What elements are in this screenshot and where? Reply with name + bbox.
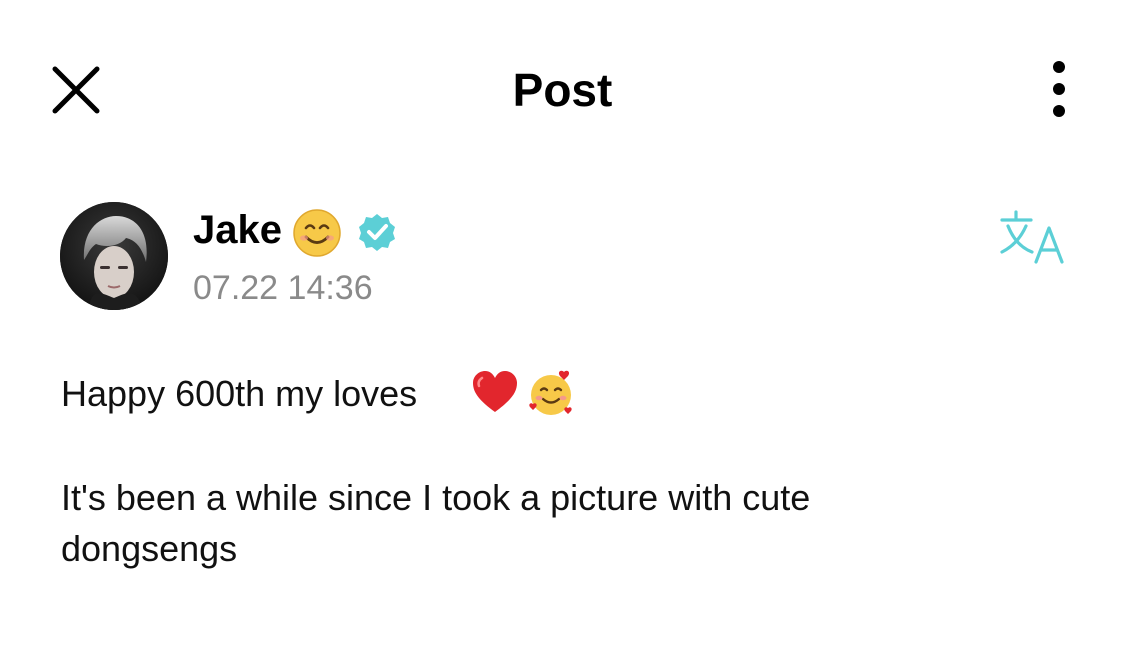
red-heart-emoji	[470, 368, 520, 418]
smiling-face-emoji	[292, 208, 342, 258]
translate-button[interactable]	[998, 208, 1068, 266]
smiling-face-with-hearts-emoji	[526, 368, 576, 418]
post-text-line: Happy 600th my loves	[61, 373, 418, 414]
page-title: Post	[512, 64, 613, 116]
post-text-line: It's been a while since I took a picture…	[61, 477, 811, 518]
verified-badge-icon	[357, 212, 397, 252]
more-options-button[interactable]	[1036, 58, 1082, 124]
author-name[interactable]: Jake	[193, 206, 282, 254]
post-timestamp: 07.22 14:36	[193, 269, 373, 307]
avatar[interactable]	[60, 202, 168, 310]
post-text-line: dongsengs	[61, 528, 238, 569]
more-vertical-icon	[1053, 61, 1065, 117]
translate-icon	[1000, 210, 1064, 264]
profile-photo	[60, 202, 168, 310]
post-header: Post	[0, 0, 1125, 180]
